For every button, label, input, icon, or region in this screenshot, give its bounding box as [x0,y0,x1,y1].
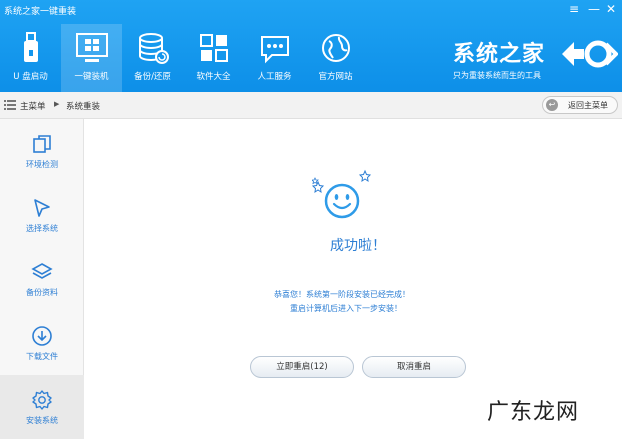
breadcrumb-separator: ▶ [54,100,60,108]
nav-label: 官方网站 [318,72,353,82]
cancel-restart-button[interactable]: 取消重启 [362,356,466,378]
sidebar-item-backup-data[interactable]: 备份资料 [0,247,84,311]
brand-name: 系统之家 [453,42,546,67]
sidebar-item-label: 安装系统 [26,416,58,425]
window-title: 系统之家一键重装 [4,7,77,17]
restart-now-button[interactable]: 立即重启(12) [250,356,354,378]
next-step-message: 重启计算机后进入下一步安装！ [290,304,402,313]
completion-message: 恭喜您！系统第一阶段安装已经完成！ [274,290,410,299]
nav-label: 人工服务 [257,72,292,82]
main-panel: 成功啦！ 恭喜您！系统第一阶段安装已经完成！ 重启计算机后进入下一步安装！ 立即… [84,119,622,437]
gear-icon [32,390,52,410]
sidebar-item-env-check[interactable]: 环境检测 [0,119,84,183]
minimize-icon[interactable]: — [588,3,600,15]
brand-logo-icon [562,40,618,68]
sidebar-item-label: 备份资料 [26,288,58,297]
nav-item-backup-restore[interactable]: 备份/还原 [122,24,183,92]
breadcrumb: 主菜单 ▶ 系统重装 ↩ 返回主菜单 [0,92,622,119]
back-button-label: 返回主菜单 [568,101,608,110]
database-restore-icon [138,33,169,64]
chat-bubble-icon [260,36,289,64]
list-icon [4,100,16,110]
success-heading: 成功啦！ [330,238,386,254]
layers-icon [31,263,53,279]
monitor-windows-icon [75,33,108,62]
smiley-face-icon [312,169,372,219]
nav-label: 一键装机 [74,72,109,82]
close-icon[interactable]: ✕ [606,3,616,15]
main-nav: U 盘启动 一键装机 备份/还原 软件大全 人工服务 官方网站 [0,24,366,92]
back-arrow-icon: ↩ [546,99,558,111]
breadcrumb-current: 系统重装 [66,102,101,112]
breadcrumb-home[interactable]: 主菜单 [20,100,46,112]
brand: 系统之家 只为重装系统而生的工具 [453,36,545,81]
sidebar-item-label: 环境检测 [26,160,58,169]
nav-item-one-click-install[interactable]: 一键装机 [61,24,122,92]
sidebar-item-label: 下载文件 [26,352,58,361]
sidebar-item-label: 选择系统 [26,224,58,233]
brand-slogan: 只为重装系统而生的工具 [453,71,541,80]
nav-item-usb-boot[interactable]: U 盘启动 [0,24,61,92]
nav-label: 软件大全 [196,72,231,82]
sidebar-item-install-system[interactable]: 安装系统 [0,375,84,439]
nav-label: U 盘启动 [13,72,48,82]
top-bar: 系统之家一键重装 ≡ — ✕ U 盘启动 一键装机 备份/还原 软件大全 人工服… [0,0,622,92]
download-icon [32,326,52,346]
cursor-icon [34,199,50,217]
nav-item-support[interactable]: 人工服务 [244,24,305,92]
watermark: 广东龙网 [487,400,580,425]
nav-label: 备份/还原 [134,72,171,82]
globe-icon [321,34,350,62]
usb-drive-icon [23,32,38,62]
menu-icon[interactable]: ≡ [569,3,579,15]
sidebar-item-choose-system[interactable]: 选择系统 [0,183,84,247]
app-grid-icon [199,34,228,62]
nav-item-website[interactable]: 官方网站 [305,24,366,92]
back-to-menu-button[interactable]: ↩ 返回主菜单 [542,96,618,114]
copy-icon [33,135,51,153]
sidebar: 环境检测 选择系统 备份资料 下载文件 安装系统 [0,119,84,439]
nav-item-software[interactable]: 软件大全 [183,24,244,92]
sidebar-item-download[interactable]: 下载文件 [0,311,84,375]
